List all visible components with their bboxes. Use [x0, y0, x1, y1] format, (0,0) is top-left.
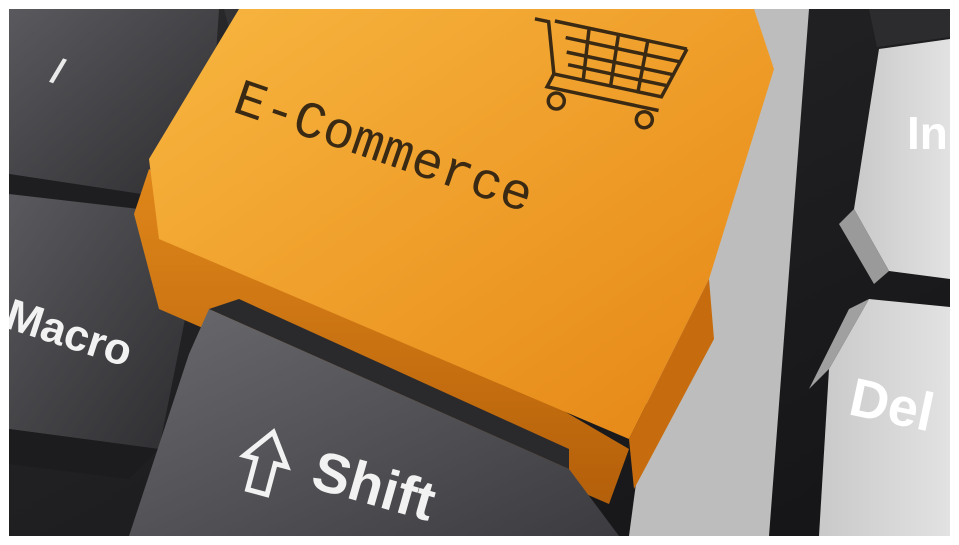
- keyboard-photo: / Macro E-Commerce Shift In Del: [9, 9, 950, 536]
- photo-frame: / Macro E-Commerce Shift In Del: [9, 9, 950, 536]
- insert-key-label: In: [907, 107, 948, 159]
